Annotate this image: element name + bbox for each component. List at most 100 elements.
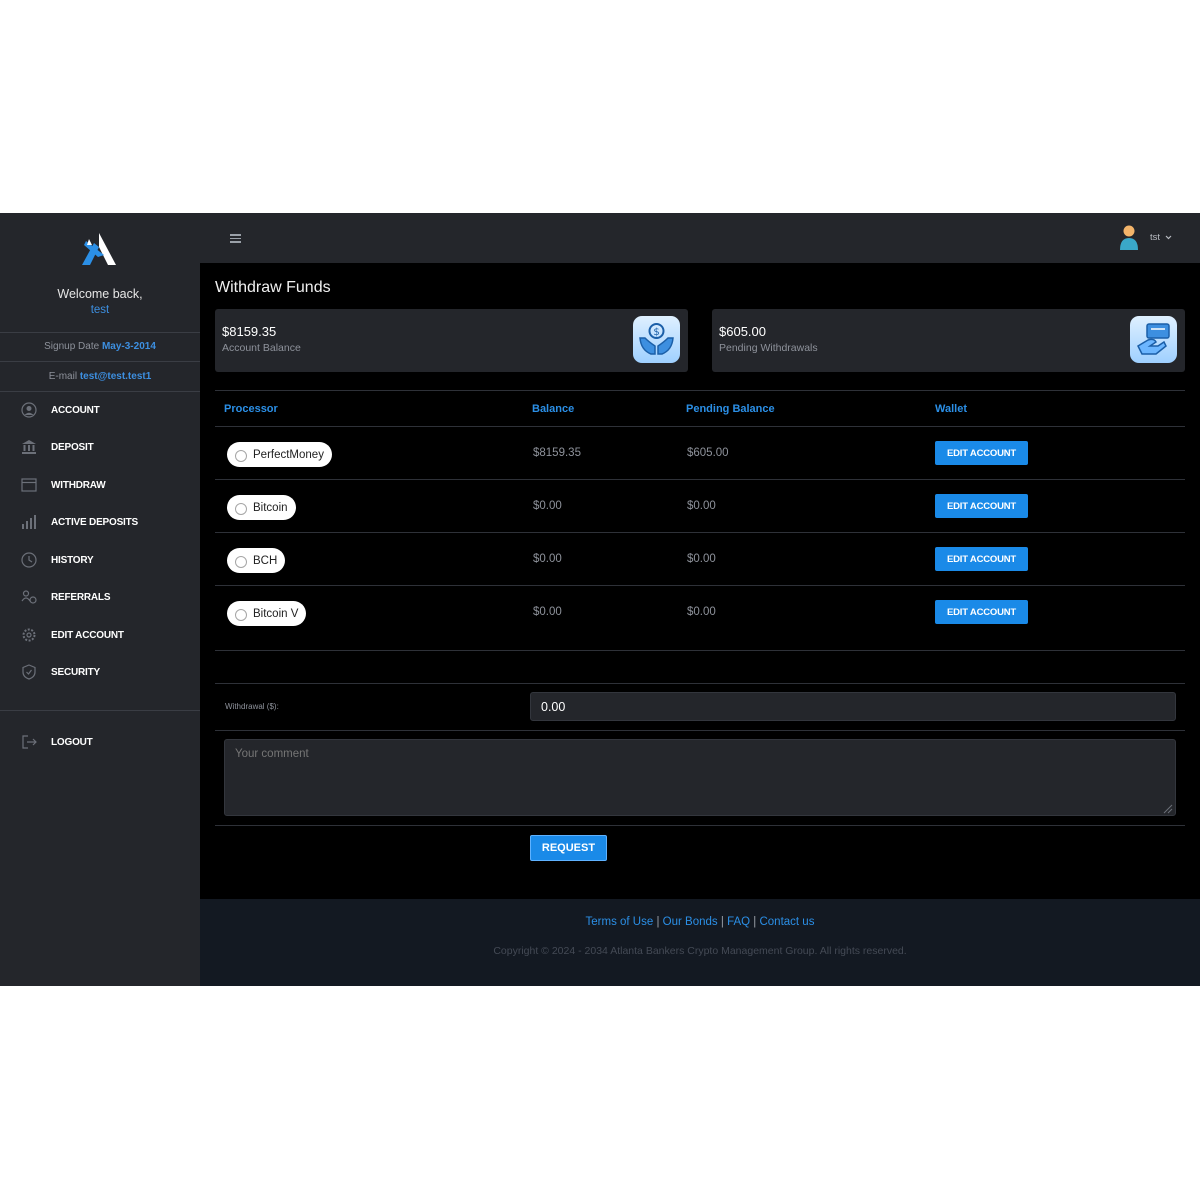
balance-cell: $0.00: [533, 500, 562, 512]
gear-icon: [22, 628, 36, 642]
footer-link-bonds[interactable]: Our Bonds: [663, 916, 718, 928]
balance-cell: $0.00: [533, 606, 562, 618]
balance-cell: $8159.35: [533, 447, 581, 459]
bar-chart-icon: [22, 515, 36, 529]
edit-account-button[interactable]: EDIT ACCOUNT: [935, 600, 1028, 624]
column-header-processor: Processor: [224, 403, 278, 415]
shield-icon: [22, 664, 36, 680]
footer-link-terms[interactable]: Terms of Use: [586, 916, 654, 928]
clock-icon: [21, 552, 37, 568]
divider: [215, 390, 1185, 391]
signup-date-value: May-3-2014: [101, 341, 156, 352]
main-content: Withdraw Funds $8159.35 Account Balance …: [200, 263, 1200, 899]
processor-radio-bitcoin[interactable]: Bitcoin: [227, 495, 296, 520]
user-menu-toggle[interactable]: tst: [1150, 232, 1172, 243]
table-row: BCH $0.00 $0.00 EDIT ACCOUNT: [215, 533, 1185, 586]
brand-logo-icon[interactable]: [80, 231, 118, 267]
radio-button[interactable]: [235, 609, 247, 621]
divider: [0, 361, 200, 362]
card-caption: Pending Withdrawals: [719, 342, 818, 354]
withdrawal-amount-input[interactable]: [530, 692, 1176, 721]
welcome-text: Welcome back,: [57, 287, 143, 301]
wallet-icon: [21, 478, 37, 492]
edit-account-button[interactable]: EDIT ACCOUNT: [935, 494, 1028, 518]
money-hands-icon: $: [633, 316, 680, 363]
email-row: E-mail test@test.test1: [0, 371, 200, 382]
sidebar-item-history[interactable]: HISTORY: [0, 545, 200, 575]
radio-button[interactable]: [235, 503, 247, 515]
app-window: Welcome back, test Signup Date May-3-201…: [0, 213, 1200, 986]
sidebar-item-active-deposits[interactable]: ACTIVE DEPOSITS: [0, 507, 200, 537]
footer-separator: |: [753, 916, 757, 928]
withdrawal-amount-label: Withdrawal ($):: [225, 702, 279, 711]
pending-cell: $0.00: [687, 553, 716, 565]
logout-icon: [22, 735, 37, 749]
divider: [0, 391, 200, 392]
sidebar-item-label: ACCOUNT: [51, 404, 100, 416]
svg-text:$: $: [653, 327, 659, 338]
sidebar-item-label: ACTIVE DEPOSITS: [51, 516, 139, 528]
column-header-balance: Balance: [532, 403, 575, 415]
sidebar: Welcome back, test Signup Date May-3-201…: [0, 213, 200, 986]
footer-links: Terms of Use | Our Bonds | FAQ | Contact…: [200, 916, 1200, 928]
divider: [215, 650, 1185, 651]
sidebar-item-label: LOGOUT: [51, 736, 93, 748]
sidebar-item-referrals[interactable]: REFERRALS: [0, 582, 200, 612]
card-amount: $605.00: [719, 324, 766, 339]
table-row: Bitcoin V $0.00 $0.00 EDIT ACCOUNT: [215, 586, 1185, 639]
sidebar-username: test: [90, 304, 110, 316]
comment-textarea[interactable]: [224, 739, 1176, 816]
pending-withdrawals-card: $605.00 Pending Withdrawals: [712, 309, 1185, 372]
hamburger-menu-icon[interactable]: [230, 234, 241, 243]
email-label: E-mail: [48, 371, 78, 382]
divider: [0, 332, 200, 333]
radio-button[interactable]: [235, 450, 247, 462]
sidebar-item-label: HISTORY: [51, 554, 94, 566]
topbar: tst: [200, 213, 1200, 263]
footer-separator: |: [720, 916, 724, 928]
sidebar-item-edit-account[interactable]: EDIT ACCOUNT: [0, 620, 200, 650]
user-avatar-icon[interactable]: [1118, 224, 1140, 252]
sidebar-item-withdraw[interactable]: WITHDRAW: [0, 470, 200, 500]
users-icon: [21, 590, 37, 604]
user-menu-name: tst: [1150, 232, 1161, 243]
request-button[interactable]: REQUEST: [530, 835, 607, 861]
sidebar-item-logout[interactable]: LOGOUT: [0, 727, 200, 757]
email-value: test@test.test1: [79, 371, 152, 382]
sidebar-item-account[interactable]: ACCOUNT: [0, 395, 200, 425]
signup-date-label: Signup Date: [44, 341, 100, 352]
payment-hand-icon: [1130, 316, 1177, 363]
sidebar-item-deposit[interactable]: DEPOSIT: [0, 432, 200, 462]
pending-cell: $0.00: [687, 500, 716, 512]
processor-name: Bitcoin: [253, 501, 288, 514]
sidebar-item-security[interactable]: SECURITY: [0, 657, 200, 687]
edit-account-button[interactable]: EDIT ACCOUNT: [935, 441, 1028, 465]
footer: Terms of Use | Our Bonds | FAQ | Contact…: [200, 899, 1200, 986]
sidebar-item-label: WITHDRAW: [51, 479, 106, 491]
resize-handle-icon[interactable]: [1162, 803, 1173, 814]
signup-date-row: Signup Date May-3-2014: [0, 341, 200, 352]
processor-name: Bitcoin V: [253, 607, 299, 620]
card-caption: Account Balance: [222, 342, 301, 354]
user-circle-icon: [21, 402, 37, 418]
chevron-down-icon: [1165, 235, 1172, 240]
sidebar-item-label: REFERRALS: [51, 591, 111, 603]
edit-account-button[interactable]: EDIT ACCOUNT: [935, 547, 1028, 571]
footer-link-faq[interactable]: FAQ: [727, 916, 750, 928]
balance-cell: $0.00: [533, 553, 562, 565]
copyright-text: Copyright © 2024 - 2034 Atlanta Bankers …: [493, 945, 907, 957]
sidebar-item-label: SECURITY: [51, 666, 100, 678]
column-header-pending-balance: Pending Balance: [686, 403, 775, 415]
page-title: Withdraw Funds: [215, 279, 331, 296]
footer-link-contact[interactable]: Contact us: [759, 916, 814, 928]
processor-radio-bch[interactable]: BCH: [227, 548, 286, 573]
sidebar-item-label: EDIT ACCOUNT: [51, 629, 124, 641]
processor-radio-bitcoin-v[interactable]: Bitcoin V: [227, 601, 307, 626]
radio-button[interactable]: [235, 556, 247, 568]
divider: [215, 825, 1185, 826]
processor-name: BCH: [253, 554, 278, 567]
divider: [215, 730, 1185, 731]
footer-separator: |: [656, 916, 660, 928]
table-row: PerfectMoney $8159.35 $605.00 EDIT ACCOU…: [215, 427, 1185, 480]
processor-radio-perfectmoney[interactable]: PerfectMoney: [227, 442, 332, 467]
